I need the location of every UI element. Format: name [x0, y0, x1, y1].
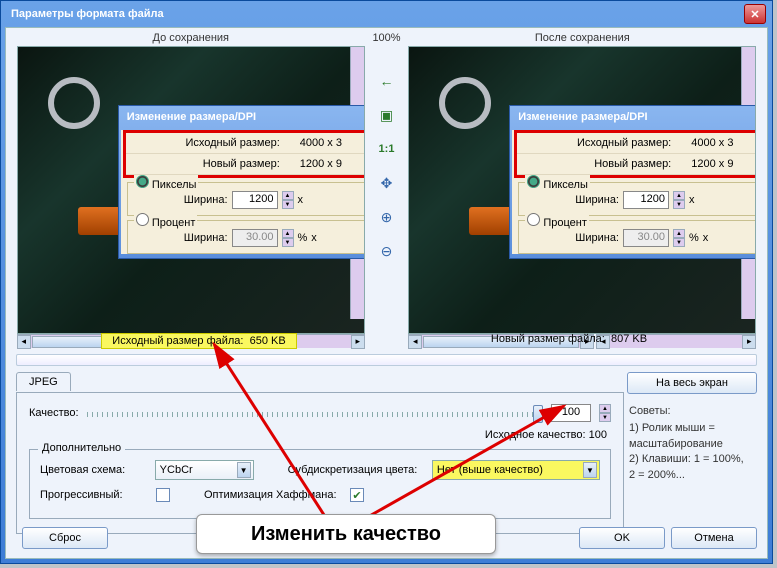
zoom-out-icon[interactable]: ⊖	[376, 240, 398, 262]
preview-before[interactable]: Изменение размера/DPI Исходный размер:40…	[17, 46, 365, 334]
preview-after-column: После сохранения Изменение размера/DPI И…	[405, 30, 759, 370]
src-size-label: Исходный размер:	[136, 137, 300, 149]
titlebar: Параметры формата файла ✕	[1, 1, 772, 27]
tab-panel-jpeg: Качество: 100 ▲▼ Исходное качество: 100 …	[16, 392, 624, 534]
window-title: Параметры формата файла	[7, 8, 744, 20]
center-toolbar: 100% ← ▣ 1:1 ✥ ⊕ ⊖	[368, 30, 406, 370]
width-px-spinner[interactable]: ▲▼	[282, 191, 294, 209]
new-size-value: 1200 x 9	[300, 158, 360, 170]
onetoone-button[interactable]: 1:1	[376, 138, 398, 160]
new-size-label: Новый размер:	[136, 158, 300, 170]
format-tabs: JPEG Качество: 100 ▲▼ Исходное качество:…	[16, 372, 624, 534]
zoom-label: 100%	[368, 30, 406, 46]
quality-spinner[interactable]: ▲▼	[599, 404, 611, 422]
tab-jpeg[interactable]: JPEG	[16, 372, 71, 391]
width-label: Ширина:	[184, 194, 228, 206]
pixels-group: Пикселы Ширина: 1200 ▲▼ x	[127, 182, 365, 216]
fullscreen-button[interactable]: На весь экран	[627, 372, 757, 394]
side-panel: На весь экран Советы: 1) Ролик мыши = ма…	[627, 372, 757, 485]
fit-icon[interactable]: ▣	[376, 104, 398, 126]
preview-before-column: До сохранения Изменение размера/DPI Исхо…	[14, 30, 368, 370]
client-area: До сохранения Изменение размера/DPI Исхо…	[5, 27, 768, 559]
quality-slider[interactable]	[87, 403, 543, 423]
close-icon: ✕	[750, 8, 759, 21]
reset-button[interactable]: Сброс	[22, 527, 108, 549]
new-filesize: Новый размер файла: 807 KB	[384, 333, 754, 351]
pixels-radio[interactable]	[136, 175, 149, 188]
dialog-window: Параметры формата файла ✕ До сохранения …	[0, 0, 773, 564]
width-pct-input[interactable]: 30.00	[232, 229, 278, 247]
extra-legend: Дополнительно	[38, 442, 125, 454]
extra-fieldset: Дополнительно Цветовая схема: YCbCr▼ Суб…	[29, 449, 611, 519]
chevron-down-icon: ▼	[583, 462, 597, 478]
preview-area: До сохранения Изменение размера/DPI Исхо…	[14, 30, 759, 370]
progressive-checkbox[interactable]	[156, 488, 170, 502]
percent-radio[interactable]	[136, 213, 149, 226]
colorscheme-combo[interactable]: YCbCr▼	[155, 460, 254, 480]
src-size-value: 4000 x 3	[300, 137, 360, 149]
huffman-checkbox[interactable]: ✔	[350, 488, 364, 502]
ok-button[interactable]: OK	[579, 527, 665, 549]
resize-dialog-title: Изменение размера/DPI	[119, 106, 365, 128]
resize-dialog-before: Изменение размера/DPI Исходный размер:40…	[118, 105, 365, 259]
before-label: До сохранения	[14, 30, 368, 46]
resize-dialog-after: Изменение размера/DPI Исходный размер:40…	[509, 105, 756, 259]
zoom-in-icon[interactable]: ⊕	[376, 206, 398, 228]
close-button[interactable]: ✕	[744, 4, 766, 24]
preview-after[interactable]: Изменение размера/DPI Исходный размер:40…	[408, 46, 756, 334]
src-filesize-highlight: Исходный размер файла: 650 KB	[101, 333, 296, 349]
width-pct-spinner[interactable]: ▲▼	[282, 229, 294, 247]
progressive-label: Прогрессивный:	[40, 489, 152, 501]
chevron-down-icon: ▼	[237, 462, 251, 478]
percent-group: Процент Ширина: 30.00 ▲▼ % x	[127, 220, 365, 254]
quality-input[interactable]: 100	[551, 404, 591, 422]
quality-thumb[interactable]	[533, 405, 543, 423]
tips-text: Советы: 1) Ролик мыши = масштабирование …	[627, 402, 757, 485]
orig-quality-value: 100	[589, 429, 607, 441]
filesize-row: Исходный размер файла: 650 KB Новый разм…	[14, 333, 759, 351]
quality-label: Качество:	[29, 407, 79, 419]
orig-quality-label: Исходное качество:	[485, 429, 586, 441]
subsample-combo[interactable]: Нет (выше качество)▼	[432, 460, 600, 480]
size-info-highlight: Исходный размер:4000 x 3 Новый размер:12…	[123, 130, 365, 178]
compare-slider[interactable]	[16, 354, 757, 366]
after-label: После сохранения	[405, 30, 759, 46]
colorscheme-label: Цветовая схема:	[40, 464, 151, 476]
back-icon[interactable]: ←	[376, 70, 398, 92]
width-px-input[interactable]: 1200	[232, 191, 278, 209]
cancel-button[interactable]: Отмена	[671, 527, 757, 549]
subsample-label: Субдискретизация цвета:	[288, 464, 428, 476]
huffman-label: Оптимизация Хаффмана:	[204, 489, 346, 501]
move-icon[interactable]: ✥	[376, 172, 398, 194]
annotation-callout: Изменить качество	[196, 514, 496, 554]
